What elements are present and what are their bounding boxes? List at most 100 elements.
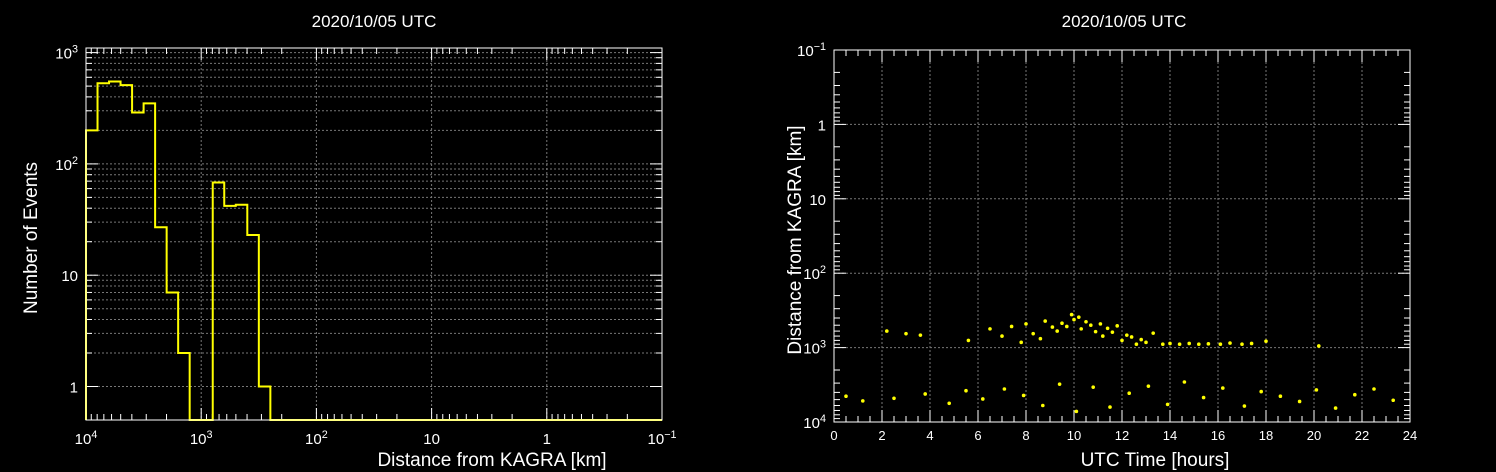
scatter-point: [1146, 384, 1151, 388]
scatter-point: [1024, 322, 1028, 326]
scatter-point: [1278, 394, 1283, 398]
scatter-point: [1372, 387, 1376, 391]
y-tick-label: 10: [61, 268, 78, 285]
distance-vs-time-scatter-chart: 2020/10/05 UTC0 2 4 6 8 10 12 14 16 18 20 22 2410−11…: [785, 12, 1417, 471]
scatter-point: [1041, 403, 1045, 408]
grid: [86, 48, 662, 421]
y-tick-label: 10−1: [797, 41, 826, 60]
scatter-point: [923, 392, 927, 396]
scatter-point: [1177, 342, 1182, 346]
scatter-point: [1057, 382, 1062, 386]
scatter-point: [1077, 315, 1081, 319]
scatter-point: [1009, 324, 1014, 329]
histogram-panel: 2020/10/05 UTC 104 103 102 10 1 10−1 1 10 102 103 D…: [0, 0, 748, 472]
histogram-bin: [247, 235, 259, 420]
scatter-point: [1197, 342, 1201, 346]
scatter-point: [1221, 386, 1225, 390]
scatter-point: [1072, 317, 1076, 322]
scatter-point: [1151, 331, 1155, 335]
scatter-point: [1317, 344, 1321, 348]
y-tick-label: 1: [70, 379, 78, 396]
scatter-point: [1144, 340, 1148, 345]
scatter-point: [1218, 342, 1223, 346]
scatter-point: [1002, 387, 1007, 391]
scatter-point: [1249, 341, 1254, 346]
x-tick-label: 16: [1211, 428, 1225, 443]
scatter-point: [1206, 342, 1211, 346]
scatter-point: [1228, 341, 1232, 345]
scatter-point: [1021, 393, 1026, 398]
x-tick-label: 1: [543, 431, 551, 448]
scatter-point: [1161, 342, 1165, 346]
chart-title: 2020/10/05 UTC: [312, 12, 437, 31]
grid: [834, 50, 1410, 422]
scatter-point: [918, 333, 923, 337]
scatter-point: [1187, 341, 1191, 346]
histogram-bin: [109, 82, 121, 420]
x-tick-label: 6: [974, 428, 981, 443]
histogram-bin: [121, 85, 133, 420]
x-axis-label: UTC Time [hours]: [1081, 450, 1230, 471]
scatter-point: [1297, 399, 1302, 404]
x-tick-label: 8: [1022, 428, 1029, 443]
x-tick-label: 24: [1403, 428, 1417, 443]
scatter-point: [1098, 322, 1103, 326]
x-tick-label: 14: [1163, 428, 1177, 443]
scatter-point: [1074, 409, 1079, 414]
scatter-point: [1084, 319, 1088, 324]
scatter-point: [1038, 336, 1043, 341]
scatter-point: [892, 396, 896, 401]
x-tick-label: 22: [1355, 428, 1369, 443]
scatter-point: [981, 397, 985, 401]
scatter-point: [1115, 324, 1119, 328]
scatter-point: [904, 331, 908, 336]
scatter-point: [1000, 334, 1004, 338]
y-axis-label: Distance from KAGRA [km]: [785, 125, 806, 354]
ticks: [86, 48, 663, 420]
y-tick-label: 102: [55, 155, 78, 174]
scatter-point: [1165, 402, 1170, 407]
x-tick-label: 10: [1067, 428, 1081, 443]
scatter-point: [1120, 338, 1124, 343]
scatter-point: [1134, 342, 1139, 346]
scatter-point: [1264, 339, 1268, 343]
scatter-point: [947, 401, 951, 406]
histogram-bars: [86, 82, 270, 420]
scatter-point: [1353, 392, 1357, 397]
scatter-point: [1050, 325, 1055, 329]
scatter-point: [1108, 405, 1112, 409]
scatter-point: [1060, 321, 1064, 326]
x-tick-label: 102: [305, 429, 328, 448]
histogram-bin: [236, 205, 248, 420]
histogram-bin: [98, 83, 110, 420]
scatter-point: [1089, 323, 1093, 328]
scatter-point: [1069, 312, 1074, 317]
histogram-bin: [132, 112, 144, 420]
scatter-point: [1125, 333, 1129, 337]
y-tick-label: 10: [809, 192, 826, 209]
scatter-point: [1105, 326, 1110, 331]
scatter-point: [1091, 385, 1095, 389]
scatter-point: [1259, 389, 1263, 394]
x-axis-label: Distance from KAGRA [km]: [377, 450, 606, 471]
scatter-point: [1168, 341, 1172, 346]
distance-histogram-chart: 2020/10/05 UTC104 103 102 10 1 10−1110102103D…: [21, 12, 677, 471]
y-tick-label: 104: [803, 413, 826, 432]
scatter-point: [1055, 329, 1059, 333]
scatter-point: [1093, 329, 1098, 334]
y-axis-label: Number of Events: [21, 162, 42, 314]
scatter-point: [1101, 334, 1105, 338]
scatter-point: [1314, 388, 1319, 392]
x-tick-label: 10−1: [648, 429, 677, 448]
x-tick-label: 4: [926, 428, 933, 443]
y-tick-label: 103: [55, 44, 78, 63]
x-tick-label: 10: [423, 431, 440, 448]
y-tick-label: 1: [818, 117, 826, 134]
scatter-point: [861, 399, 865, 403]
scatter-point: [1019, 340, 1023, 345]
y-tick-label: 102: [803, 264, 826, 283]
scatter-point: [1333, 406, 1338, 410]
histogram-bin: [167, 292, 179, 420]
plot-frame: [85, 47, 663, 421]
scatter-point: [1031, 331, 1035, 336]
